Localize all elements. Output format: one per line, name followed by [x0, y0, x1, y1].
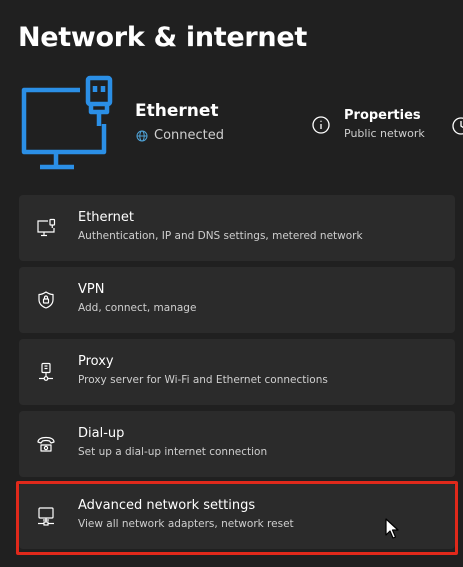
network-settings-icon — [38, 507, 54, 526]
settings-item-vpn[interactable]: VPN Add, connect, manage — [19, 267, 455, 333]
properties-title: Properties — [344, 108, 421, 123]
ethernet-monitor-icon — [21, 75, 113, 170]
item-title: Dial-up — [78, 426, 125, 441]
globe-icon — [136, 130, 148, 141]
properties-link[interactable]: Properties Public network — [312, 107, 425, 140]
item-subtitle: Authentication, IP and DNS settings, met… — [78, 230, 363, 242]
item-subtitle: Proxy server for Wi-Fi and Ethernet conn… — [78, 374, 328, 386]
info-icon — [312, 116, 330, 134]
item-subtitle: Add, connect, manage — [78, 302, 197, 314]
item-title: Ethernet — [78, 210, 134, 225]
mouse-cursor-icon — [385, 518, 399, 539]
settings-page: Network & internet Ethernet Connected Pr… — [0, 0, 463, 567]
connection-status: Connected — [136, 128, 224, 143]
data-usage-icon[interactable] — [452, 117, 463, 135]
properties-text: Properties Public network — [344, 107, 425, 140]
item-title: Proxy — [78, 354, 114, 369]
item-subtitle: View all network adapters, network reset — [78, 518, 294, 530]
proxy-icon — [39, 362, 53, 381]
item-subtitle: Set up a dial-up internet connection — [78, 446, 268, 458]
network-profile-label: Public network — [344, 127, 425, 140]
item-title: Advanced network settings — [78, 498, 256, 513]
settings-item-proxy[interactable]: Proxy Proxy server for Wi-Fi and Etherne… — [19, 339, 455, 405]
item-title: VPN — [78, 282, 105, 297]
connection-status-label: Connected — [154, 128, 225, 143]
dialup-icon — [37, 436, 55, 452]
connection-name: Ethernet — [135, 101, 219, 121]
ethernet-hero: Ethernet Connected Properties Public net… — [0, 70, 463, 180]
page-title: Network & internet — [18, 22, 307, 53]
shield-icon — [38, 291, 54, 309]
ethernet-icon — [37, 218, 56, 237]
settings-item-ethernet[interactable]: Ethernet Authentication, IP and DNS sett… — [19, 195, 455, 261]
settings-item-dialup[interactable]: Dial-up Set up a dial-up internet connec… — [19, 411, 455, 477]
